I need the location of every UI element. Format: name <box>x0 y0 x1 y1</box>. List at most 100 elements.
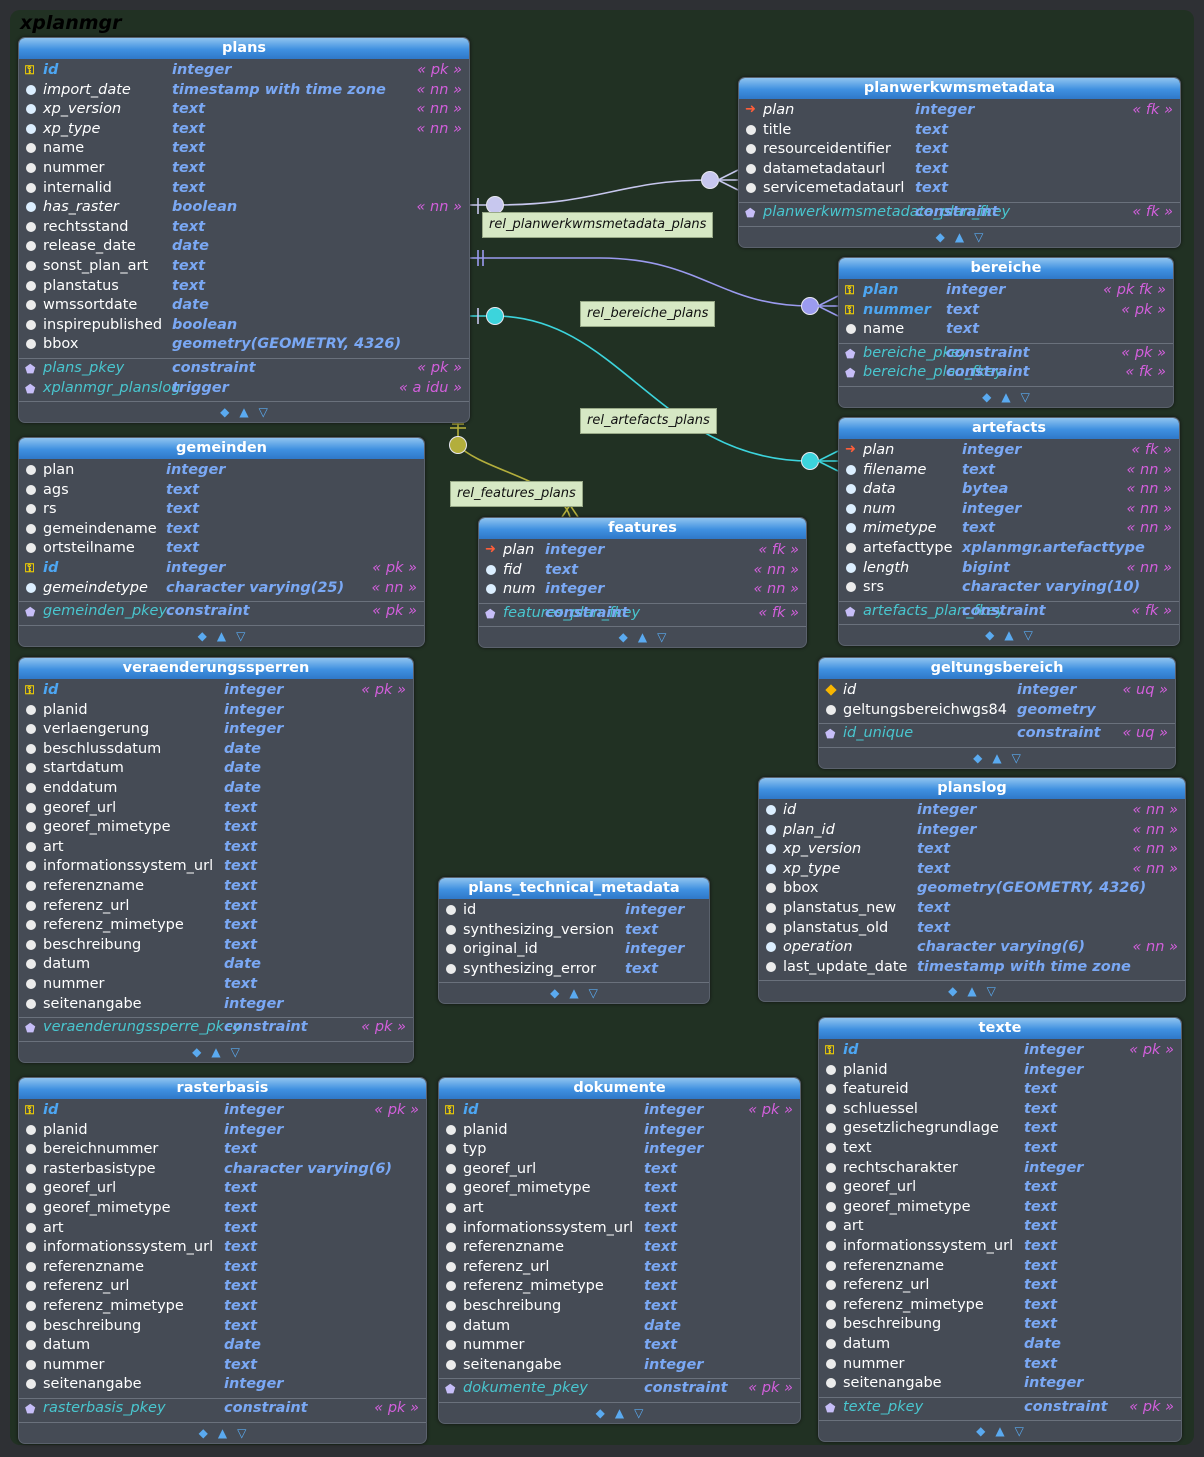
table-title[interactable]: bereiche <box>839 258 1173 279</box>
column-row[interactable]: data bytea « nn » <box>839 480 1179 500</box>
column-row[interactable]: ⚿ id integer « pk » <box>19 559 424 579</box>
column-row[interactable]: planid integer <box>19 1121 426 1141</box>
constraint-row[interactable]: ⬟ gemeinden_pkey constraint « pk » <box>19 602 424 622</box>
expand-up-icon[interactable]: ▲ <box>992 748 1001 768</box>
column-row[interactable]: release_date date <box>19 237 469 257</box>
expand-up-icon[interactable]: ▲ <box>955 227 964 247</box>
diamond-icon[interactable]: ◆ <box>198 626 207 646</box>
collapse-down-icon[interactable]: ▽ <box>259 402 268 422</box>
column-row[interactable]: rs text <box>19 500 424 520</box>
column-row[interactable]: beschreibung text <box>19 1317 426 1337</box>
column-row[interactable]: ➜ plan integer « fk » <box>839 441 1179 461</box>
expand-up-icon[interactable]: ▲ <box>239 402 248 422</box>
column-row[interactable]: referenzname text <box>819 1257 1181 1277</box>
collapse-down-icon[interactable]: ▽ <box>634 1403 643 1423</box>
column-row[interactable]: inspirepublished boolean <box>19 316 469 336</box>
table-artefacts[interactable]: artefacts ➜ plan integer « fk » filename text «… <box>838 417 1180 647</box>
column-row[interactable]: art text <box>819 1217 1181 1237</box>
collapse-down-icon[interactable]: ▽ <box>1024 625 1033 645</box>
table-dokumente[interactable]: dokumente ⚿ id integer « pk » planid integer ty… <box>438 1077 801 1424</box>
constraint-row[interactable]: ⬟ xplanmgr_planslog trigger « a idu » <box>19 379 469 399</box>
column-row[interactable]: enddatum date <box>19 779 413 799</box>
collapse-down-icon[interactable]: ▽ <box>1012 748 1021 768</box>
column-row[interactable]: ⚿ id integer « pk » <box>439 1101 800 1121</box>
diamond-icon[interactable]: ◆ <box>948 981 957 1001</box>
table-geltungsbereich[interactable]: geltungsbereich id integer « uq » geltungsbe… <box>818 657 1176 769</box>
column-row[interactable]: datum date <box>19 955 413 975</box>
table-planwerkwmsmetadata[interactable]: planwerkwmsmetadata ➜ plan integer « fk » tit… <box>738 77 1181 248</box>
expand-up-icon[interactable]: ▲ <box>217 626 226 646</box>
relation-label[interactable]: rel_features_plans <box>450 481 583 507</box>
expand-up-icon[interactable]: ▲ <box>1001 387 1010 407</box>
column-row[interactable]: nummer text <box>19 159 469 179</box>
column-row[interactable]: seitenangabe integer <box>19 1375 426 1395</box>
column-row[interactable]: title text <box>739 121 1180 141</box>
table-plans-technical-metadata[interactable]: plans_technical_metadata id integer synthes… <box>438 877 710 1005</box>
collapse-down-icon[interactable]: ▽ <box>987 981 996 1001</box>
collapse-down-icon[interactable]: ▽ <box>236 626 245 646</box>
column-row[interactable]: informationssystem_url text <box>19 857 413 877</box>
relation-line[interactable] <box>470 179 738 206</box>
column-row[interactable]: georef_url text <box>19 1179 426 1199</box>
column-row[interactable]: datum date <box>819 1335 1181 1355</box>
column-row[interactable]: bbox geometry(GEOMETRY, 4326) <box>759 879 1185 899</box>
table-title[interactable]: plans <box>19 38 469 59</box>
column-row[interactable]: art text <box>439 1199 800 1219</box>
column-row[interactable]: rasterbasistype character varying(6) <box>19 1160 426 1180</box>
column-row[interactable]: ➜ plan integer « fk » <box>739 101 1180 121</box>
diamond-icon[interactable]: ◆ <box>596 1403 605 1423</box>
table-planslog[interactable]: planslog id integer « nn » plan_id integer « n… <box>758 777 1186 1003</box>
column-row[interactable]: nummer text <box>819 1355 1181 1375</box>
column-row[interactable]: typ integer <box>439 1140 800 1160</box>
table-features[interactable]: features ➜ plan integer « fk » fid text « nn » n… <box>478 517 807 649</box>
column-row[interactable]: referenz_mimetype text <box>19 916 413 936</box>
column-row[interactable]: beschreibung text <box>19 936 413 956</box>
collapse-down-icon[interactable]: ▽ <box>589 983 598 1003</box>
column-row[interactable]: import_date timestamp with time zone « nn … <box>19 81 469 101</box>
diamond-icon[interactable]: ◆ <box>199 1423 208 1443</box>
table-title[interactable]: rasterbasis <box>19 1078 426 1099</box>
expand-up-icon[interactable]: ▲ <box>1004 625 1013 645</box>
diamond-icon[interactable]: ◆ <box>976 1421 985 1441</box>
column-row[interactable]: operation character varying(6) « nn » <box>759 938 1185 958</box>
constraint-row[interactable]: ⬟ bereiche_pkey constraint « pk » <box>839 344 1173 364</box>
diamond-icon[interactable]: ◆ <box>973 748 982 768</box>
column-row[interactable]: ⚿ id integer « pk » <box>19 61 469 81</box>
column-row[interactable]: referenz_url text <box>819 1276 1181 1296</box>
constraint-row[interactable]: ⬟ id_unique constraint « uq » <box>819 724 1175 744</box>
column-row[interactable]: georef_url text <box>819 1178 1181 1198</box>
column-row[interactable]: resourceidentifier text <box>739 140 1180 160</box>
column-row[interactable]: mimetype text « nn » <box>839 519 1179 539</box>
column-row[interactable]: datum date <box>19 1336 426 1356</box>
column-row[interactable]: art text <box>19 838 413 858</box>
expand-up-icon[interactable]: ▲ <box>615 1403 624 1423</box>
column-row[interactable]: featureid text <box>819 1080 1181 1100</box>
table-gemeinden[interactable]: gemeinden plan integer ags text rs text gemeind… <box>18 437 425 647</box>
table-title[interactable]: artefacts <box>839 418 1179 439</box>
column-row[interactable]: nummer text <box>19 1356 426 1376</box>
column-row[interactable]: georef_mimetype text <box>819 1198 1181 1218</box>
column-row[interactable]: datum date <box>439 1317 800 1337</box>
column-row[interactable]: xp_version text « nn » <box>759 840 1185 860</box>
table-veraenderungssperren[interactable]: veraenderungssperren ⚿ id integer « pk » plan… <box>18 657 414 1063</box>
column-row[interactable]: seitenangabe integer <box>819 1374 1181 1394</box>
expand-up-icon[interactable]: ▲ <box>569 983 578 1003</box>
column-row[interactable]: referenz_url text <box>19 897 413 917</box>
column-row[interactable]: name text <box>19 139 469 159</box>
constraint-row[interactable]: ⬟ veraenderungssperre_pkey constraint « pk … <box>19 1018 413 1038</box>
table-title[interactable]: texte <box>819 1018 1181 1039</box>
expand-up-icon[interactable]: ▲ <box>638 627 647 647</box>
column-row[interactable]: ags text <box>19 481 424 501</box>
column-row[interactable]: rechtsstand text <box>19 218 469 238</box>
column-row[interactable]: gesetzlichegrundlage text <box>819 1119 1181 1139</box>
column-row[interactable]: id integer <box>439 901 709 921</box>
column-row[interactable]: planstatus text <box>19 277 469 297</box>
column-row[interactable]: id integer « uq » <box>819 681 1175 701</box>
table-texte[interactable]: texte ⚿ id integer « pk » planid integer featur… <box>818 1017 1182 1443</box>
column-row[interactable]: planid integer <box>19 701 413 721</box>
column-row[interactable]: referenz_url text <box>439 1258 800 1278</box>
column-row[interactable]: xp_type text « nn » <box>759 860 1185 880</box>
diamond-icon[interactable]: ◆ <box>550 983 559 1003</box>
column-row[interactable]: informationssystem_url text <box>819 1237 1181 1257</box>
collapse-down-icon[interactable]: ▽ <box>657 627 666 647</box>
